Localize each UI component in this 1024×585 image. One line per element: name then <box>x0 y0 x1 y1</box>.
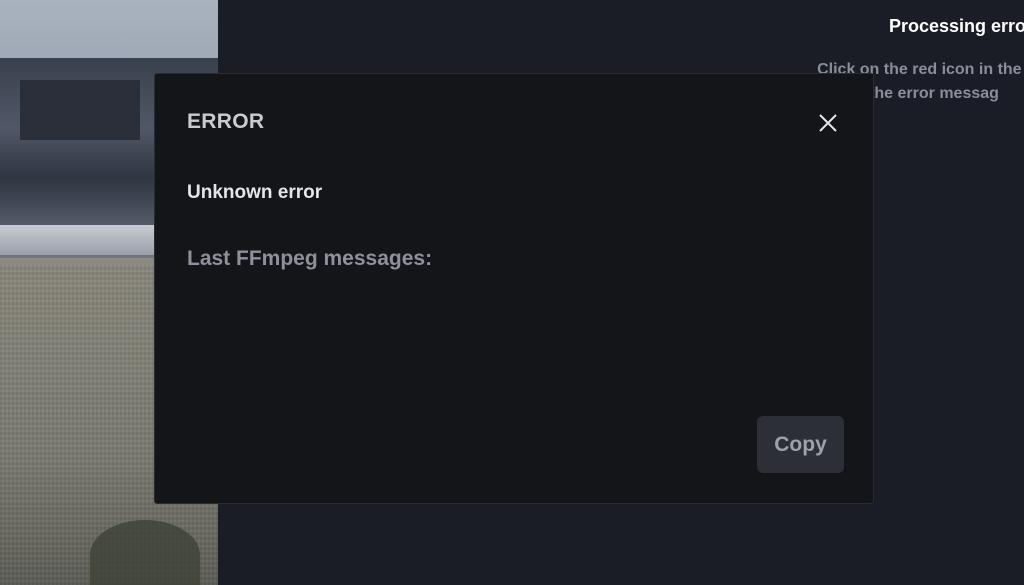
ffmpeg-messages-heading: Last FFmpeg messages: <box>187 247 433 270</box>
processing-error-title: Processing erro <box>889 16 1024 36</box>
close-button[interactable] <box>815 110 841 136</box>
error-dialog: ERROR Unknown error Last FFmpeg messages… <box>154 73 874 504</box>
dialog-title: ERROR <box>187 110 265 133</box>
preview-shrub <box>90 520 200 585</box>
preview-window <box>20 80 140 140</box>
error-message: Unknown error <box>187 182 323 203</box>
close-icon <box>819 114 837 132</box>
copy-button[interactable]: Copy <box>757 416 844 473</box>
app-window: Processing erro Click on the red icon in… <box>0 0 1024 585</box>
